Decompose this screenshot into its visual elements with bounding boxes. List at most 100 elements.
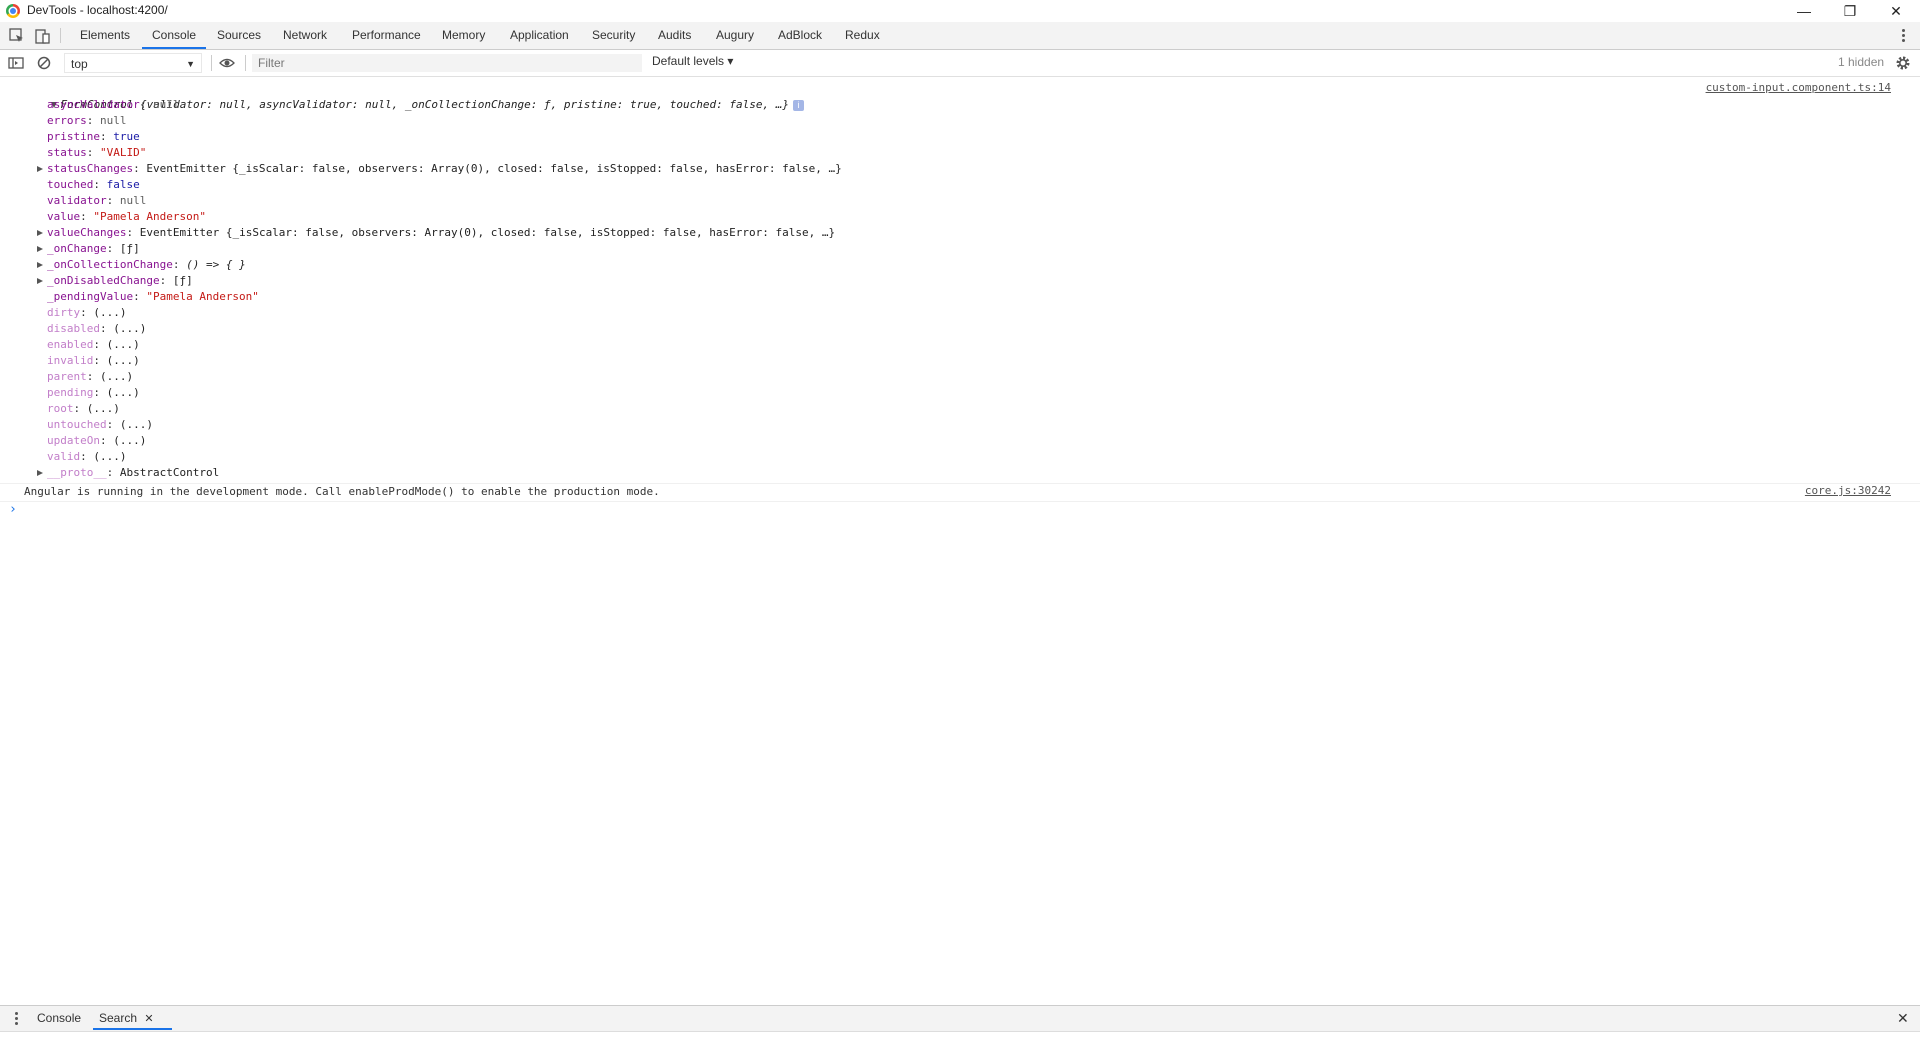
more-options-icon[interactable] <box>1902 29 1905 44</box>
close-tab-icon[interactable]: ✕ <box>144 1013 153 1025</box>
object-property: asyncValidator: null <box>47 97 179 113</box>
object-property[interactable]: __proto__: AbstractControl <box>37 465 219 481</box>
drawer-tab-console[interactable]: Console <box>37 1006 81 1030</box>
property-key: __proto__ <box>47 466 107 479</box>
property-separator: : <box>99 434 114 447</box>
property-key: pending <box>47 386 94 399</box>
expand-toggle-icon[interactable] <box>37 230 43 236</box>
live-expression-eye-icon[interactable] <box>218 54 236 72</box>
property-key: invalid <box>47 354 94 367</box>
console-object-summary[interactable]: FormControl {validator: null, asyncValid… <box>24 81 804 111</box>
property-value: () => { } <box>186 258 246 271</box>
object-property[interactable]: statusChanges: EventEmitter {_isScalar: … <box>37 161 842 177</box>
property-value: (...) <box>106 354 140 367</box>
expand-toggle-icon[interactable] <box>37 470 43 476</box>
property-separator: : <box>93 354 107 367</box>
property-value: (...) <box>100 370 134 383</box>
property-value: (...) <box>113 434 147 447</box>
property-value: [ƒ] <box>119 242 140 255</box>
property-separator: : <box>106 242 120 255</box>
object-property: root: (...) <box>47 401 120 417</box>
tab-audits[interactable]: Audits <box>658 22 691 49</box>
device-toolbar-icon[interactable] <box>34 27 52 45</box>
hidden-messages-count: 1 hidden <box>1838 55 1885 69</box>
object-property[interactable]: _onDisabledChange: [ƒ] <box>37 273 193 289</box>
clear-console-icon[interactable] <box>35 54 53 72</box>
log-levels-dropdown[interactable]: Default levels ▾ <box>652 54 733 68</box>
console-settings-gear-icon[interactable] <box>1894 54 1912 72</box>
tab-sources[interactable]: Sources <box>217 22 261 49</box>
inspect-element-icon[interactable] <box>8 27 26 45</box>
property-key: valueChanges <box>47 226 127 239</box>
property-separator: : <box>93 386 107 399</box>
property-value: EventEmitter {_isScalar: false, observer… <box>146 162 842 175</box>
tab-adblock[interactable]: AdBlock <box>778 22 822 49</box>
source-link[interactable]: custom-input.component.ts:14 <box>1706 81 1891 94</box>
console-prompt[interactable]: › <box>9 502 17 518</box>
property-value: null <box>119 194 147 207</box>
drawer-tab-search[interactable]: Search ✕ <box>93 1006 172 1030</box>
expand-toggle-icon[interactable] <box>37 246 43 252</box>
minimize-button[interactable]: — <box>1781 0 1827 22</box>
property-value: [ƒ] <box>172 274 193 287</box>
property-value: (...) <box>93 450 127 463</box>
filter-input[interactable] <box>252 54 642 72</box>
context-selector[interactable]: top ▼ <box>64 53 202 73</box>
tab-redux[interactable]: Redux <box>845 22 880 49</box>
devtools-tab-bar: Elements Console Sources Network Performance… <box>0 22 1920 50</box>
object-property[interactable]: _onCollectionChange: () => { } <box>37 257 246 273</box>
tab-console[interactable]: Console <box>141 22 207 49</box>
property-separator: : <box>86 146 100 159</box>
property-key: asyncValidator <box>47 98 140 111</box>
maximize-button[interactable]: ❐ <box>1827 0 1873 22</box>
console-output: FormControl {validator: null, asyncValid… <box>0 77 1920 1005</box>
drawer-menu-icon[interactable] <box>15 1012 18 1027</box>
object-property[interactable]: _onChange: [ƒ] <box>37 241 140 257</box>
tab-network[interactable]: Network <box>283 22 327 49</box>
property-key: _onChange <box>47 242 107 255</box>
object-property: errors: null <box>47 113 127 129</box>
property-value: AbstractControl <box>119 466 220 479</box>
close-window-button[interactable]: ✕ <box>1873 0 1919 22</box>
property-value: "Pamela Anderson" <box>93 210 206 223</box>
object-preview: {validator: null, asyncValidator: null, … <box>139 98 789 111</box>
dropdown-arrow-icon: ▼ <box>186 59 195 69</box>
property-value: null <box>100 114 127 127</box>
show-sidebar-icon[interactable] <box>7 54 25 72</box>
tab-memory[interactable]: Memory <box>442 22 485 49</box>
property-separator: : <box>126 226 140 239</box>
property-separator: : <box>106 466 120 479</box>
close-drawer-icon[interactable]: ✕ <box>1897 1010 1909 1027</box>
property-separator: : <box>99 322 114 335</box>
tab-security[interactable]: Security <box>592 22 635 49</box>
tab-elements[interactable]: Elements <box>80 22 130 49</box>
tab-performance[interactable]: Performance <box>352 22 421 49</box>
info-icon[interactable]: i <box>793 99 804 111</box>
property-key: parent <box>47 370 87 383</box>
property-separator: : <box>99 130 114 143</box>
property-key: pristine <box>47 130 100 143</box>
property-key: touched <box>47 178 94 191</box>
tab-augury[interactable]: Augury <box>716 22 754 49</box>
property-key: value <box>47 210 81 223</box>
property-separator: : <box>80 210 94 223</box>
property-separator: : <box>106 194 120 207</box>
object-property: untouched: (...) <box>47 417 153 433</box>
property-key: _onCollectionChange <box>47 258 173 271</box>
property-key: errors <box>47 114 87 127</box>
property-key: validator <box>47 194 107 207</box>
property-separator: : <box>86 114 100 127</box>
expand-toggle-icon[interactable] <box>37 262 43 268</box>
expand-toggle-icon[interactable] <box>37 166 43 172</box>
object-property: enabled: (...) <box>47 337 140 353</box>
object-property: valid: (...) <box>47 449 127 465</box>
property-value: "VALID" <box>100 146 147 159</box>
tab-application[interactable]: Application <box>510 22 569 49</box>
object-property[interactable]: valueChanges: EventEmitter {_isScalar: f… <box>37 225 835 241</box>
object-property: status: "VALID" <box>47 145 146 161</box>
source-link[interactable]: core.js:30242 <box>1805 484 1891 497</box>
object-property: updateOn: (...) <box>47 433 146 449</box>
search-panel <box>0 1031 1920 1042</box>
expand-toggle-icon[interactable] <box>37 278 43 284</box>
object-property: invalid: (...) <box>47 353 140 369</box>
